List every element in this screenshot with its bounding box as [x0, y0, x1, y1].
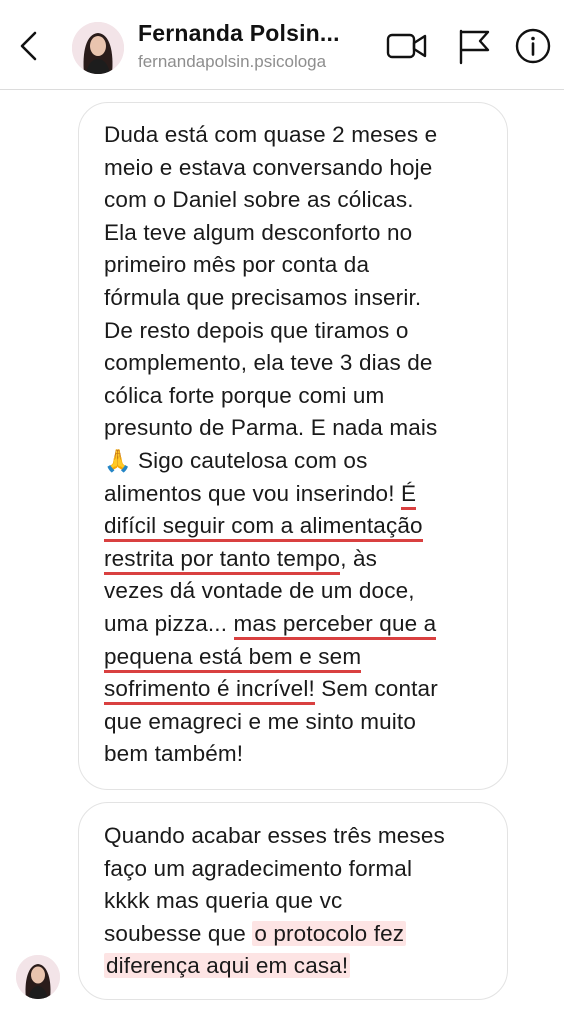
praying-hands-emoji: 🙏 [104, 448, 132, 474]
message-text: bem também! [104, 741, 244, 767]
message-line: faço um agradecimento formal [104, 853, 489, 886]
message-text: meio e estava conversando hoje [104, 154, 433, 180]
message-line: pequena está bem e sem [104, 641, 489, 674]
message-line: De resto depois que tiramos o [104, 315, 489, 348]
message-line: Quando acabar esses três meses [104, 820, 489, 853]
message-line: sofrimento é incrível! Sem contar [104, 673, 489, 706]
highlighted-text: diferença aqui em casa! [104, 953, 351, 979]
message-bubble[interactable]: Quando acabar esses três meses faço um ag… [78, 802, 508, 1000]
message-line: primeiro mês por conta da [104, 249, 489, 282]
underlined-text: restrita por tanto tempo [104, 545, 341, 575]
message-text: , às [340, 545, 378, 571]
message-line: 🙏 Sigo cautelosa com os [104, 445, 489, 478]
message-text: Ela teve algum desconforto no [104, 219, 413, 245]
info-icon[interactable] [512, 26, 554, 66]
message-line: difícil seguir com a alimentação [104, 510, 489, 543]
message-line: que emagreci e me sinto muito [104, 706, 489, 739]
highlighted-text: o protocolo fez [252, 920, 407, 946]
message-text: presunto de Parma. E nada mais [104, 415, 438, 441]
message-line: cólica forte porque comi um [104, 380, 489, 413]
message-line: uma pizza... mas perceber que a [104, 608, 489, 641]
underlined-text: pequena está bem e sem [104, 643, 362, 673]
message-text: primeiro mês por conta da [104, 252, 370, 278]
message-line: soubesse que o protocolo fez [104, 918, 489, 951]
sender-avatar[interactable] [16, 955, 60, 999]
underlined-text: mas perceber que a [233, 610, 437, 640]
contact-info[interactable]: Fernanda Polsin... fernandapolsin.psicol… [138, 20, 378, 72]
message-text: soubesse que [104, 920, 253, 946]
message-text: cólica forte porque comi um [104, 382, 385, 408]
message-line: meio e estava conversando hoje [104, 152, 489, 185]
message-line: diferença aqui em casa! [104, 950, 489, 983]
chat-header: Fernanda Polsin... fernandapolsin.psicol… [0, 0, 564, 90]
message-line: alimentos que vou inserindo! É [104, 478, 489, 511]
message-line: vezes dá vontade de um doce, [104, 575, 489, 608]
contact-avatar[interactable] [72, 22, 124, 74]
message-text: kkkk mas queria que vc [104, 888, 343, 914]
message-line: Duda está com quase 2 meses e [104, 119, 489, 152]
message-text: De resto depois que tiramos o [104, 317, 409, 343]
video-call-icon[interactable] [385, 26, 429, 66]
contact-name: Fernanda Polsin... [138, 20, 340, 46]
message-line: Ela teve algum desconforto no [104, 217, 489, 250]
underlined-text: É [401, 480, 417, 510]
message-text: uma pizza... [104, 610, 234, 636]
message-bubble[interactable]: Duda está com quase 2 meses e meio e esta… [78, 102, 508, 790]
underlined-text: difícil seguir com a alimentação [104, 513, 423, 543]
message-line: kkkk mas queria que vc [104, 885, 489, 918]
message-text: que emagreci e me sinto muito [104, 708, 416, 734]
message-text: complemento, ela teve 3 dias de [104, 350, 433, 376]
message-text: Duda está com quase 2 meses e [104, 122, 438, 147]
message-line: fórmula que precisamos inserir. [104, 282, 489, 315]
message-line: bem também! [104, 738, 489, 771]
message-text: Sem contar [314, 676, 438, 702]
underlined-text: sofrimento é incrível! [104, 676, 315, 706]
message-line: presunto de Parma. E nada mais [104, 412, 489, 445]
flag-icon[interactable] [454, 26, 498, 66]
message-text: Sigo cautelosa com os [131, 447, 368, 473]
message-line: complemento, ela teve 3 dias de [104, 347, 489, 380]
message-text: alimentos que vou inserindo! [104, 480, 402, 506]
message-text: vezes dá vontade de um doce, [104, 578, 415, 604]
message-text: faço um agradecimento formal [104, 855, 413, 881]
message-text: fórmula que precisamos inserir. [104, 284, 422, 310]
contact-username: fernandapolsin.psicologa [138, 52, 327, 71]
back-chevron-icon[interactable] [14, 28, 44, 64]
message-line: com o Daniel sobre as cólicas. [104, 184, 489, 217]
message-text: Quando acabar esses três meses [104, 823, 445, 848]
message-text: com o Daniel sobre as cólicas. [104, 187, 414, 213]
message-line: restrita por tanto tempo, às [104, 543, 489, 576]
